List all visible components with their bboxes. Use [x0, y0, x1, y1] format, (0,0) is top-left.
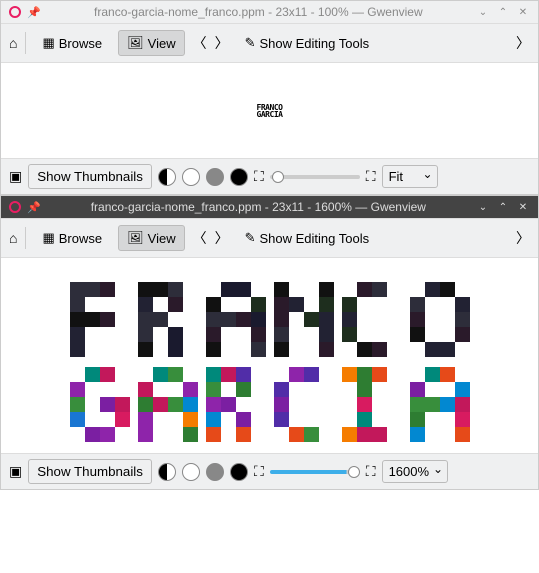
zoom-slider[interactable]: [270, 470, 360, 474]
pixel-letter: [70, 282, 130, 357]
next-icon[interactable]: 〉: [215, 228, 229, 248]
image-icon: 🖼: [127, 35, 144, 51]
editing-label: Show Editing Tools: [260, 36, 370, 51]
pixel-row-franco: [70, 282, 470, 357]
expand-icon[interactable]: 〉: [516, 33, 530, 53]
pencil-icon: ✎: [245, 230, 256, 246]
bg-white-button[interactable]: [182, 463, 200, 481]
image-viewer: [1, 258, 538, 453]
bg-halfbw-button[interactable]: [158, 168, 176, 186]
pin-icon[interactable]: 📌: [27, 201, 41, 214]
minimize-button[interactable]: ⌄: [476, 5, 490, 19]
bg-black-button[interactable]: [230, 463, 248, 481]
editing-label: Show Editing Tools: [260, 231, 370, 246]
minimize-button[interactable]: ⌄: [476, 200, 490, 214]
fullscreen-icon[interactable]: ⛶: [366, 463, 376, 480]
image-viewer: FRANCO GARCIA: [1, 63, 538, 158]
pencil-icon: ✎: [245, 35, 256, 51]
home-icon[interactable]: ⌂: [9, 230, 17, 246]
app-icon: [9, 6, 21, 18]
bg-gray-button[interactable]: [206, 168, 224, 186]
pixel-letter: [206, 367, 266, 442]
toolbar: ⌂ ▦ Browse 🖼 View 〈 〉 ✎ Show Editing Too…: [1, 219, 538, 258]
statusbar: ▣ Show Thumbnails ⛶ ⛶ 1600%: [1, 453, 538, 489]
view-label: View: [148, 231, 176, 246]
divider: [25, 32, 26, 54]
browse-label: Browse: [59, 231, 102, 246]
statusbar: ▣ Show Thumbnails ⛶ ⛶ Fit: [1, 158, 538, 194]
window-title: franco-garcia-nome_franco.ppm - 23x11 - …: [47, 200, 470, 214]
home-icon[interactable]: ⌂: [9, 35, 17, 51]
fullscreen-icon[interactable]: ⛶: [366, 168, 376, 185]
sidebar-toggle-icon[interactable]: ▣: [9, 168, 22, 185]
pixel-text-small: FRANCO GARCIA: [257, 104, 283, 118]
fit-width-icon[interactable]: ⛶: [254, 463, 264, 480]
grid-icon: ▦: [42, 230, 54, 246]
show-thumbnails-button[interactable]: Show Thumbnails: [28, 459, 152, 484]
next-icon[interactable]: 〉: [215, 33, 229, 53]
bg-gray-button[interactable]: [206, 463, 224, 481]
maximize-button[interactable]: ⌃: [496, 5, 510, 19]
window-title: franco-garcia-nome_franco.ppm - 23x11 - …: [47, 5, 470, 19]
pixel-letter: [342, 367, 402, 442]
grid-icon: ▦: [42, 35, 54, 51]
view-label: View: [148, 36, 176, 51]
maximize-button[interactable]: ⌃: [496, 200, 510, 214]
titlebar: 📌 franco-garcia-nome_franco.ppm - 23x11 …: [1, 1, 538, 24]
sidebar-toggle-icon[interactable]: ▣: [9, 463, 22, 480]
app-icon: [9, 201, 21, 213]
titlebar: 📌 franco-garcia-nome_franco.ppm - 23x11 …: [1, 196, 538, 219]
close-button[interactable]: ✕: [516, 5, 530, 19]
pixel-letter: [274, 367, 334, 442]
gwenview-window-2: 📌 franco-garcia-nome_franco.ppm - 23x11 …: [0, 195, 539, 490]
pixel-row-garcia: [70, 367, 470, 442]
pixel-letter: [274, 282, 334, 357]
bg-halfbw-button[interactable]: [158, 463, 176, 481]
browse-button[interactable]: ▦ Browse: [34, 226, 110, 250]
divider: [25, 227, 26, 249]
fit-width-icon[interactable]: ⛶: [254, 168, 264, 185]
browse-label: Browse: [59, 36, 102, 51]
pixel-text-big: [70, 270, 470, 442]
view-button[interactable]: 🖼 View: [118, 225, 184, 251]
prev-icon[interactable]: 〈: [193, 228, 207, 248]
image-icon: 🖼: [127, 230, 144, 246]
pin-icon[interactable]: 📌: [27, 6, 41, 19]
zoom-slider[interactable]: [270, 175, 360, 179]
browse-button[interactable]: ▦ Browse: [34, 31, 110, 55]
expand-icon[interactable]: 〉: [516, 228, 530, 248]
bg-black-button[interactable]: [230, 168, 248, 186]
pixel-letter: [70, 367, 130, 442]
prev-icon[interactable]: 〈: [193, 33, 207, 53]
close-button[interactable]: ✕: [516, 200, 530, 214]
zoom-select[interactable]: 1600%: [382, 460, 448, 483]
pixel-letter: [410, 282, 470, 357]
bg-white-button[interactable]: [182, 168, 200, 186]
editing-tools-button[interactable]: ✎ Show Editing Tools: [237, 226, 378, 250]
pixel-letter: [138, 367, 198, 442]
pixel-letter: [410, 367, 470, 442]
pixel-letter: [342, 282, 402, 357]
toolbar: ⌂ ▦ Browse 🖼 View 〈 〉 ✎ Show Editing Too…: [1, 24, 538, 63]
show-thumbnails-button[interactable]: Show Thumbnails: [28, 164, 152, 189]
editing-tools-button[interactable]: ✎ Show Editing Tools: [237, 31, 378, 55]
zoom-select[interactable]: Fit: [382, 165, 438, 188]
pixel-letter: [206, 282, 266, 357]
pixel-letter: [138, 282, 198, 357]
view-button[interactable]: 🖼 View: [118, 30, 184, 56]
small-text-bottom: GARCIA: [257, 111, 283, 118]
gwenview-window-1: 📌 franco-garcia-nome_franco.ppm - 23x11 …: [0, 0, 539, 195]
